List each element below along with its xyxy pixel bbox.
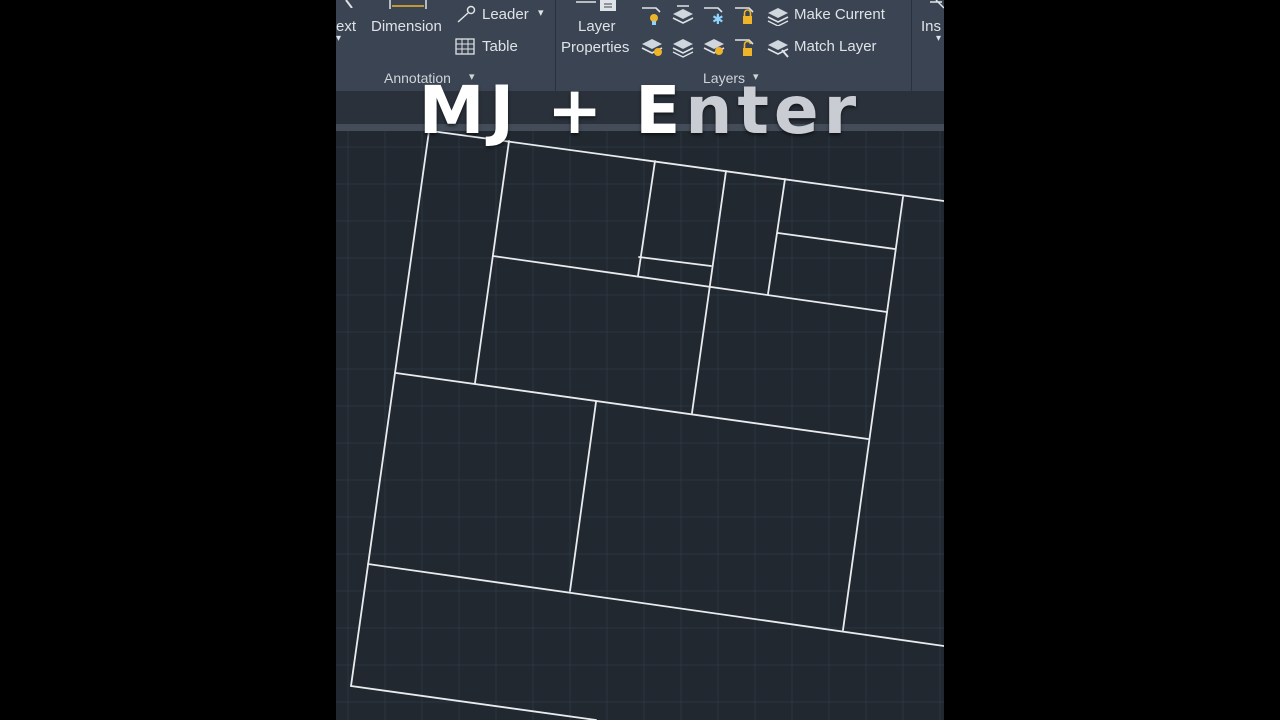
layer-thaw-icon[interactable] <box>702 36 726 58</box>
drawing-canvas[interactable] <box>336 131 944 720</box>
text-dropdown-arrow[interactable]: ▾ <box>336 33 341 44</box>
divider-line <box>492 255 888 313</box>
leader-dropdown-arrow[interactable]: ▾ <box>538 6 544 19</box>
leader-icon <box>457 5 476 23</box>
layer-isolate-icon[interactable] <box>671 4 695 26</box>
svg-text:✱: ✱ <box>712 12 724 26</box>
insert-dropdown-arrow[interactable]: ▾ <box>936 33 941 44</box>
divider-line <box>474 140 510 384</box>
divider-line <box>367 563 944 647</box>
dimension-button[interactable]: Dimension <box>371 18 442 35</box>
table-button[interactable]: Table <box>482 38 518 55</box>
right-column-edge <box>842 196 904 631</box>
text-icon <box>345 0 353 8</box>
layer-properties-button-line2[interactable]: Properties <box>561 39 629 56</box>
layer-lock-icon[interactable] <box>733 4 757 26</box>
match-layer-button[interactable]: Match Layer <box>794 38 877 55</box>
grid <box>336 131 944 720</box>
layer-unlock-icon[interactable] <box>733 36 757 58</box>
shortcut-caption-faded: nter <box>685 72 862 149</box>
divider-line <box>777 232 896 250</box>
layer-properties-icon <box>576 0 616 11</box>
dimension-icon <box>389 0 427 9</box>
layer-unisolate-icon[interactable] <box>671 36 695 58</box>
drawing-geometry <box>350 131 944 720</box>
insert-icon <box>930 0 944 9</box>
layer-off-icon[interactable] <box>640 4 664 26</box>
shortcut-caption: MJ + Enter <box>336 72 944 149</box>
divider-line <box>569 401 597 592</box>
leader-button[interactable]: Leader <box>482 6 529 23</box>
shortcut-caption-bright: MJ + E <box>418 72 686 149</box>
layer-freeze-icon[interactable]: ✱ <box>702 4 726 26</box>
divider-line <box>767 178 786 295</box>
outer-bottom-edge <box>350 685 597 720</box>
table-icon <box>455 38 475 55</box>
layer-on-icon[interactable] <box>640 36 664 58</box>
autocad-window: ext ▾ Dimension Leader ▾ Table Annotatio… <box>336 0 944 720</box>
match-layer-icon <box>767 40 789 58</box>
layer-properties-button-line1[interactable]: Layer <box>578 18 616 35</box>
divider-line <box>691 170 727 414</box>
make-current-button[interactable]: Make Current <box>794 6 885 23</box>
make-current-icon <box>767 8 789 26</box>
outer-left-edge <box>350 131 430 687</box>
